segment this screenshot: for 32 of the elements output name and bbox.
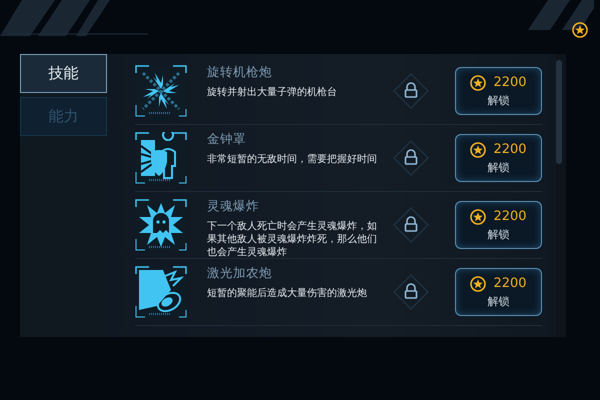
unlock-button[interactable]: 2200 解锁: [455, 268, 542, 316]
unlock-button[interactable]: 2200 解锁: [455, 67, 542, 115]
tab[interactable]: 技能: [20, 54, 107, 93]
skill-name: 金钟罩: [207, 131, 247, 147]
ghost-burst-icon: [135, 199, 187, 251]
coin-icon: [470, 208, 486, 224]
cannon-icon: [135, 266, 187, 318]
unlock-button[interactable]: 2200 解锁: [455, 201, 542, 249]
skill-description: 下一个敌人死亡时会产生灵魂爆炸，如果其他敌人被灵魂爆炸炸死，那么他们也会产生灵魂爆炸: [207, 220, 378, 259]
unlock-button[interactable]: 2200 解锁: [455, 134, 542, 182]
price-text: 2200: [493, 75, 527, 90]
unlock-label: 解锁: [488, 294, 510, 308]
coin-icon: [470, 276, 486, 292]
scrollbar[interactable]: [556, 60, 562, 164]
price-text: 2200: [493, 142, 527, 157]
skill-description: 非常短暂的无敌时间，需要把握好时间: [207, 153, 378, 166]
stripe-decoration: [528, 0, 594, 30]
skill-name: 旋转机枪炮: [207, 64, 273, 80]
price-text: 2200: [493, 209, 527, 224]
coin-icon: [470, 74, 486, 90]
skill-name: 灵魂爆炸: [207, 198, 260, 214]
unlock-label: 解锁: [488, 226, 510, 242]
price-text: 2200: [493, 276, 527, 291]
coin-icon: [470, 142, 486, 158]
shield-figure-icon: [135, 132, 187, 184]
skill-description: 旋转并射出大量子弹的机枪台: [207, 86, 338, 99]
skill-name: 激光加农炮: [207, 265, 273, 281]
unlock-label: 解锁: [488, 92, 510, 108]
coin-icon[interactable]: [572, 22, 588, 38]
skill-description: 短暂的聚能后造成大量伤害的激光炮: [207, 287, 368, 300]
unlock-label: 解锁: [488, 160, 510, 174]
turret-icon: [135, 65, 187, 117]
